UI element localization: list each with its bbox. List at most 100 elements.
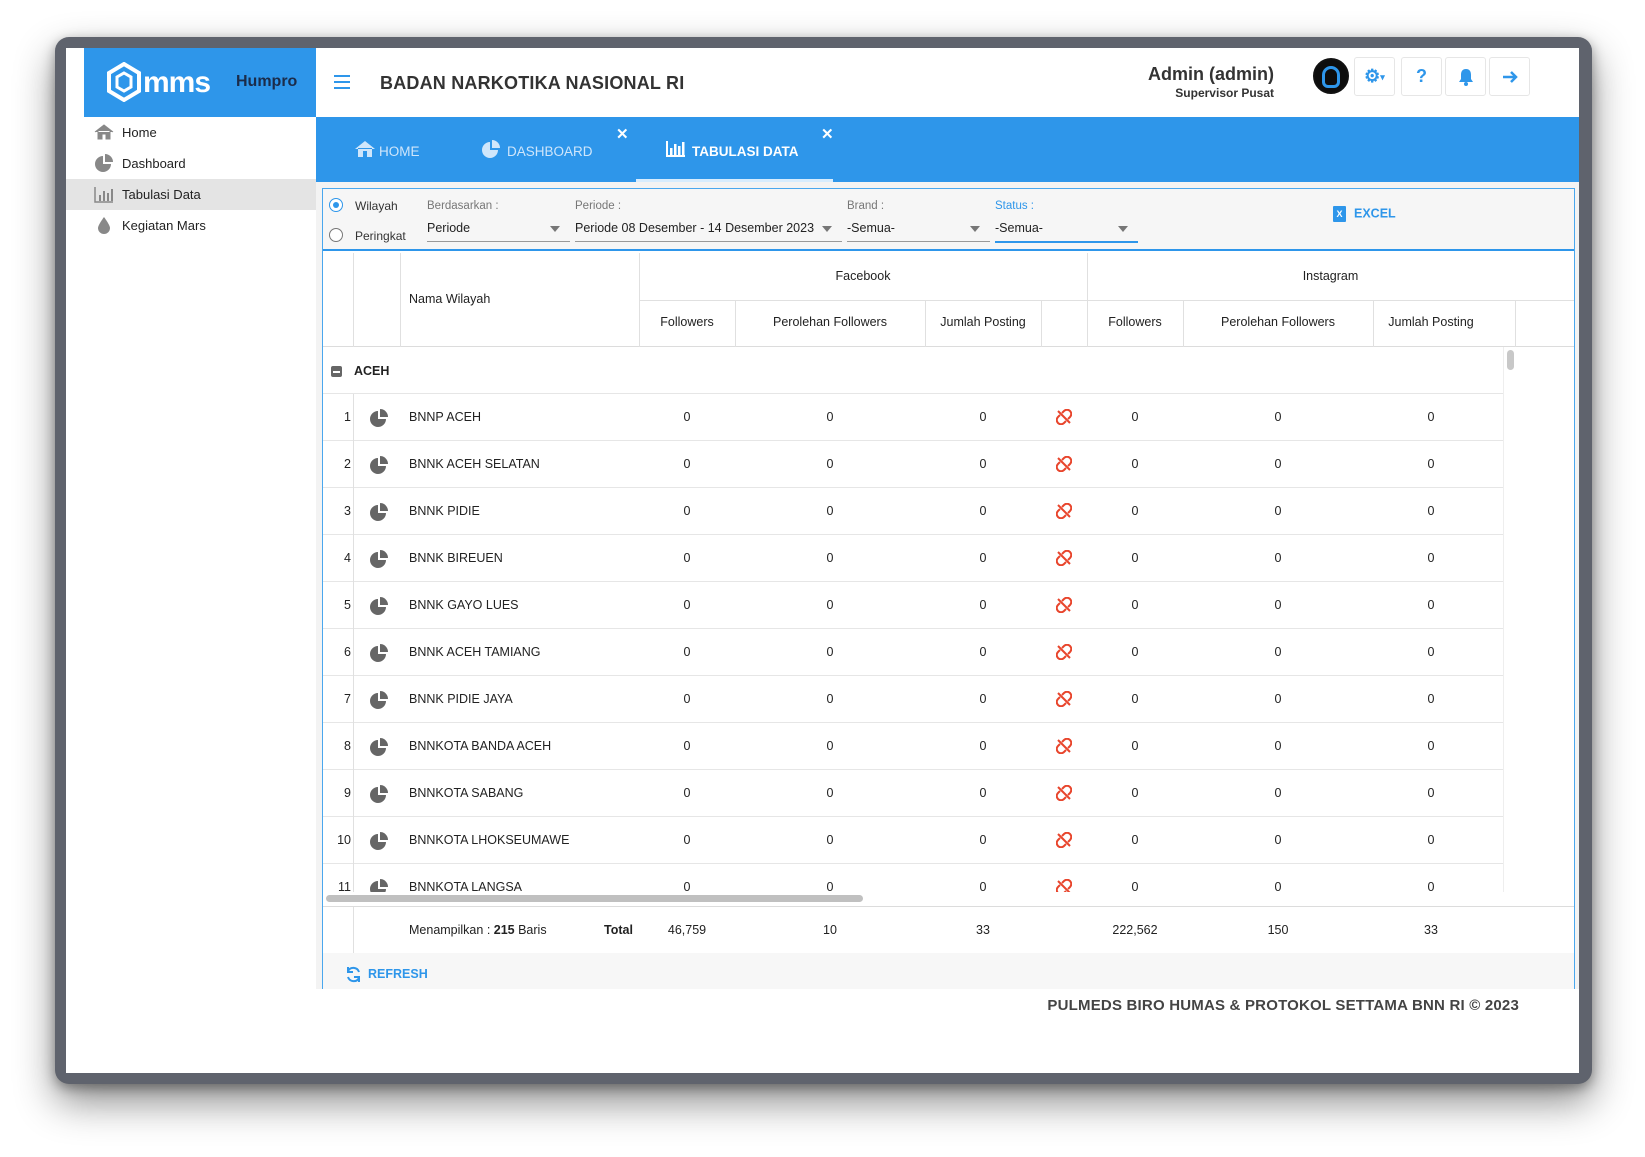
table-row[interactable]: 6 BNNK ACEH TAMIANG 0 0 0 0 0 0 xyxy=(323,629,1503,676)
settings-button[interactable]: ⚙▾ xyxy=(1354,57,1395,96)
cell-fb-perolehan: 0 xyxy=(826,598,834,612)
refresh-icon xyxy=(347,966,360,983)
pie-chart-icon xyxy=(482,140,500,158)
tab-tabulasi-data[interactable]: TABULASI DATA ✕ xyxy=(636,117,834,182)
berdasarkan-select[interactable]: Berdasarkan : Periode xyxy=(427,189,570,249)
table-row[interactable]: 1 BNNP ACEH 0 0 0 0 0 0 xyxy=(323,394,1503,441)
radio-peringkat[interactable] xyxy=(329,228,343,242)
column-header-ig-posting[interactable]: Jumlah Posting xyxy=(1373,315,1489,329)
pie-chart-icon[interactable] xyxy=(369,784,389,803)
cell-nama-wilayah: BNNP ACEH xyxy=(409,410,482,424)
group-row-aceh[interactable]: ACEH xyxy=(323,347,1503,394)
tab-label: TABULASI DATA xyxy=(692,144,799,159)
pie-chart-icon[interactable] xyxy=(369,737,389,756)
cell-fb-followers: 0 xyxy=(683,410,691,424)
cell-ig-followers: 0 xyxy=(1131,410,1139,424)
pie-chart-icon[interactable] xyxy=(369,408,389,427)
cell-ig-followers: 0 xyxy=(1131,786,1139,800)
pie-chart-icon[interactable] xyxy=(369,596,389,615)
periode-select[interactable]: Periode : Periode 08 Desember - 14 Desem… xyxy=(575,189,842,249)
unlink-icon[interactable] xyxy=(1056,691,1072,707)
cell-fb-followers: 0 xyxy=(683,598,691,612)
tab-home[interactable]: HOME xyxy=(354,117,464,182)
cell-ig-followers: 0 xyxy=(1131,457,1139,471)
column-header-ig-perolehan[interactable]: Perolehan Followers xyxy=(1183,315,1373,329)
vertical-scrollbar[interactable] xyxy=(1503,347,1517,892)
module-name: Humpro xyxy=(236,73,298,90)
radio-wilayah[interactable] xyxy=(329,198,343,212)
table-row[interactable]: 9 BNNKOTA SABANG 0 0 0 0 0 0 xyxy=(323,770,1503,817)
unlink-icon[interactable] xyxy=(1056,409,1072,425)
unlink-icon[interactable] xyxy=(1056,785,1072,801)
pie-chart-icon[interactable] xyxy=(369,549,389,568)
cell-fb-perolehan: 0 xyxy=(826,692,834,706)
table-row[interactable]: 7 BNNK PIDIE JAYA 0 0 0 0 0 0 xyxy=(323,676,1503,723)
pie-chart-icon[interactable] xyxy=(369,831,389,850)
bar-chart-icon xyxy=(666,141,685,157)
column-header-nama-wilayah[interactable]: Nama Wilayah xyxy=(409,292,490,306)
user-role: Supervisor Pusat xyxy=(1175,86,1274,100)
sidebar-item-dashboard[interactable]: Dashboard xyxy=(66,148,316,179)
sidebar-item-kegiatan-mars[interactable]: Kegiatan Mars xyxy=(66,210,316,241)
cell-ig-followers: 0 xyxy=(1131,739,1139,753)
status-select[interactable]: Status : -Semua- xyxy=(995,189,1138,249)
pie-chart-icon[interactable] xyxy=(369,502,389,521)
excel-export-button[interactable]: X EXCEL xyxy=(1333,206,1396,222)
cell-fb-posting: 0 xyxy=(979,645,987,659)
table-row[interactable]: 5 BNNK GAYO LUES 0 0 0 0 0 0 xyxy=(323,582,1503,629)
help-icon: ? xyxy=(1416,66,1427,86)
cell-nama-wilayah: BNNK ACEH SELATAN xyxy=(409,457,540,471)
cell-fb-perolehan: 0 xyxy=(826,786,834,800)
horizontal-scrollbar[interactable] xyxy=(323,892,1574,906)
column-header-fb-followers[interactable]: Followers xyxy=(639,315,735,329)
table-row[interactable]: 4 BNNK BIREUEN 0 0 0 0 0 0 xyxy=(323,535,1503,582)
pie-chart-icon[interactable] xyxy=(369,690,389,709)
cell-fb-posting: 0 xyxy=(979,786,987,800)
cell-nama-wilayah: BNNK PIDIE xyxy=(409,504,480,518)
pie-chart-icon[interactable] xyxy=(369,455,389,474)
table-row[interactable]: 11 BNNKOTA LANGSA 0 0 0 0 0 0 xyxy=(323,864,1503,892)
sidebar-item-tabulasi-data[interactable]: Tabulasi Data xyxy=(66,179,316,210)
unlink-icon[interactable] xyxy=(1056,879,1072,892)
table-row[interactable]: 3 BNNK PIDIE 0 0 0 0 0 0 xyxy=(323,488,1503,535)
cell-fb-followers: 0 xyxy=(683,786,691,800)
pie-chart-icon[interactable] xyxy=(369,643,389,662)
close-icon[interactable]: ✕ xyxy=(821,125,834,143)
table-row[interactable]: 10 BNNKOTA LHOKSEUMAWE 0 0 0 0 0 0 xyxy=(323,817,1503,864)
brand-bar[interactable]: mms Humpro xyxy=(84,48,316,117)
pie-chart-icon xyxy=(95,154,113,172)
row-number: 4 xyxy=(344,551,351,565)
collapse-icon[interactable] xyxy=(331,366,342,377)
cell-fb-posting: 0 xyxy=(979,457,987,471)
cell-ig-followers: 0 xyxy=(1131,598,1139,612)
unlink-icon[interactable] xyxy=(1056,550,1072,566)
unlink-icon[interactable] xyxy=(1056,456,1072,472)
table-row[interactable]: 2 BNNK ACEH SELATAN 0 0 0 0 0 0 xyxy=(323,441,1503,488)
cell-fb-posting: 0 xyxy=(979,880,987,892)
cell-ig-posting: 0 xyxy=(1427,786,1435,800)
avatar[interactable] xyxy=(1313,58,1349,94)
column-header-fb-posting[interactable]: Jumlah Posting xyxy=(925,315,1041,329)
sidebar-item-label: Dashboard xyxy=(122,156,186,171)
cell-nama-wilayah: BNNK BIREUEN xyxy=(409,551,503,565)
tab-dashboard-close-button[interactable]: ✕ xyxy=(616,117,630,143)
unlink-icon[interactable] xyxy=(1056,832,1072,848)
sidebar-item-label: Kegiatan Mars xyxy=(122,218,206,233)
column-header-fb-perolehan[interactable]: Perolehan Followers xyxy=(735,315,925,329)
unlink-icon[interactable] xyxy=(1056,644,1072,660)
brand-select[interactable]: Brand : -Semua- xyxy=(847,189,990,249)
logout-button[interactable] xyxy=(1489,57,1530,96)
pie-chart-icon[interactable] xyxy=(369,878,389,892)
unlink-icon[interactable] xyxy=(1056,597,1072,613)
gear-icon: ⚙ xyxy=(1364,66,1381,86)
unlink-icon[interactable] xyxy=(1056,738,1072,754)
column-header-ig-followers[interactable]: Followers xyxy=(1087,315,1183,329)
cell-fb-followers: 0 xyxy=(683,880,691,892)
sidebar-item-home[interactable]: Home xyxy=(66,117,316,148)
notification-button[interactable] xyxy=(1445,57,1486,96)
unlink-icon[interactable] xyxy=(1056,503,1072,519)
menu-toggle-icon[interactable] xyxy=(334,75,350,93)
refresh-button[interactable]: REFRESH xyxy=(345,966,428,983)
help-button[interactable]: ? xyxy=(1401,57,1442,96)
table-row[interactable]: 8 BNNKOTA BANDA ACEH 0 0 0 0 0 0 xyxy=(323,723,1503,770)
